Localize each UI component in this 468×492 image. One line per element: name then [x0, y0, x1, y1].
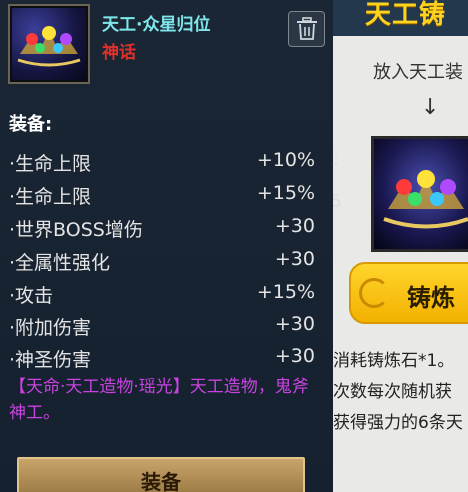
delete-button[interactable]: [288, 11, 325, 47]
forge-info-line: 获得强力的6条天: [333, 413, 463, 433]
equip-button[interactable]: 装备: [17, 457, 305, 492]
stat-value: +15%: [256, 182, 315, 204]
forge-info-line: 消耗铸炼石*1。: [333, 351, 455, 371]
forge-panel: 天工铸 放入天工装 ↓ 铸炼 消耗铸炼石*1。 次数每次随机获 获得强力的6条天…: [333, 0, 468, 492]
forge-info-line: 次数每次随机获: [333, 382, 452, 402]
equip-button-label: 装备: [141, 470, 181, 492]
item-description: 【天命·天工造物·瑶光】天工造物，鬼斧神工。: [9, 377, 309, 423]
forge-title: 天工铸: [365, 0, 447, 30]
crown-gem-icon: [374, 139, 468, 249]
stat-value: +15%: [256, 281, 315, 303]
down-arrow-icon: ↓: [421, 95, 440, 120]
forge-hint: 放入天工装: [373, 62, 463, 83]
stat-name: ·攻击: [9, 285, 54, 307]
trash-icon: [296, 17, 317, 40]
stat-name: ·全属性强化: [9, 252, 111, 274]
partial-mark: 5: [333, 192, 342, 212]
stat-value: +30: [274, 313, 315, 335]
stat-name: ·附加伤害: [9, 317, 92, 339]
item-rarity: 神话: [102, 43, 136, 63]
stat-row: ·生命上限 +10%: [9, 149, 315, 179]
stat-row: ·神圣伤害 +30: [9, 345, 315, 375]
stat-row: ·世界BOSS增伤 +30: [9, 215, 315, 245]
section-heading: 装备:: [9, 114, 53, 135]
stat-name: ·世界BOSS增伤: [9, 219, 143, 241]
stat-row: ·攻击 +15%: [9, 281, 315, 311]
stat-value: +10%: [256, 149, 315, 171]
stat-value: +30: [274, 345, 315, 367]
cloud-ornament-icon: [359, 278, 389, 308]
stat-value: +30: [274, 215, 315, 237]
forge-button-label: 铸炼: [407, 284, 455, 312]
forge-button[interactable]: 铸炼: [349, 262, 468, 324]
item-name: 天工·众星归位: [102, 15, 211, 35]
item-tooltip: 天工·众星归位 神话 装备: ·生命上限 +10% ·生命上限 +15% ·世界…: [0, 0, 333, 492]
stat-row: ·附加伤害 +30: [9, 313, 315, 343]
stat-row: ·全属性强化 +30: [9, 248, 315, 278]
stat-name: ·神圣伤害: [9, 349, 92, 371]
crown-gem-icon: [17, 26, 81, 67]
stat-name: ·生命上限: [9, 153, 92, 175]
partial-mark: :: [333, 150, 339, 170]
stat-row: ·生命上限 +15%: [9, 182, 315, 212]
stat-value: +30: [274, 248, 315, 270]
item-icon-frame: [8, 4, 90, 84]
stat-name: ·生命上限: [9, 186, 92, 208]
forge-item-slot[interactable]: [371, 136, 468, 252]
item-image: [12, 8, 86, 80]
